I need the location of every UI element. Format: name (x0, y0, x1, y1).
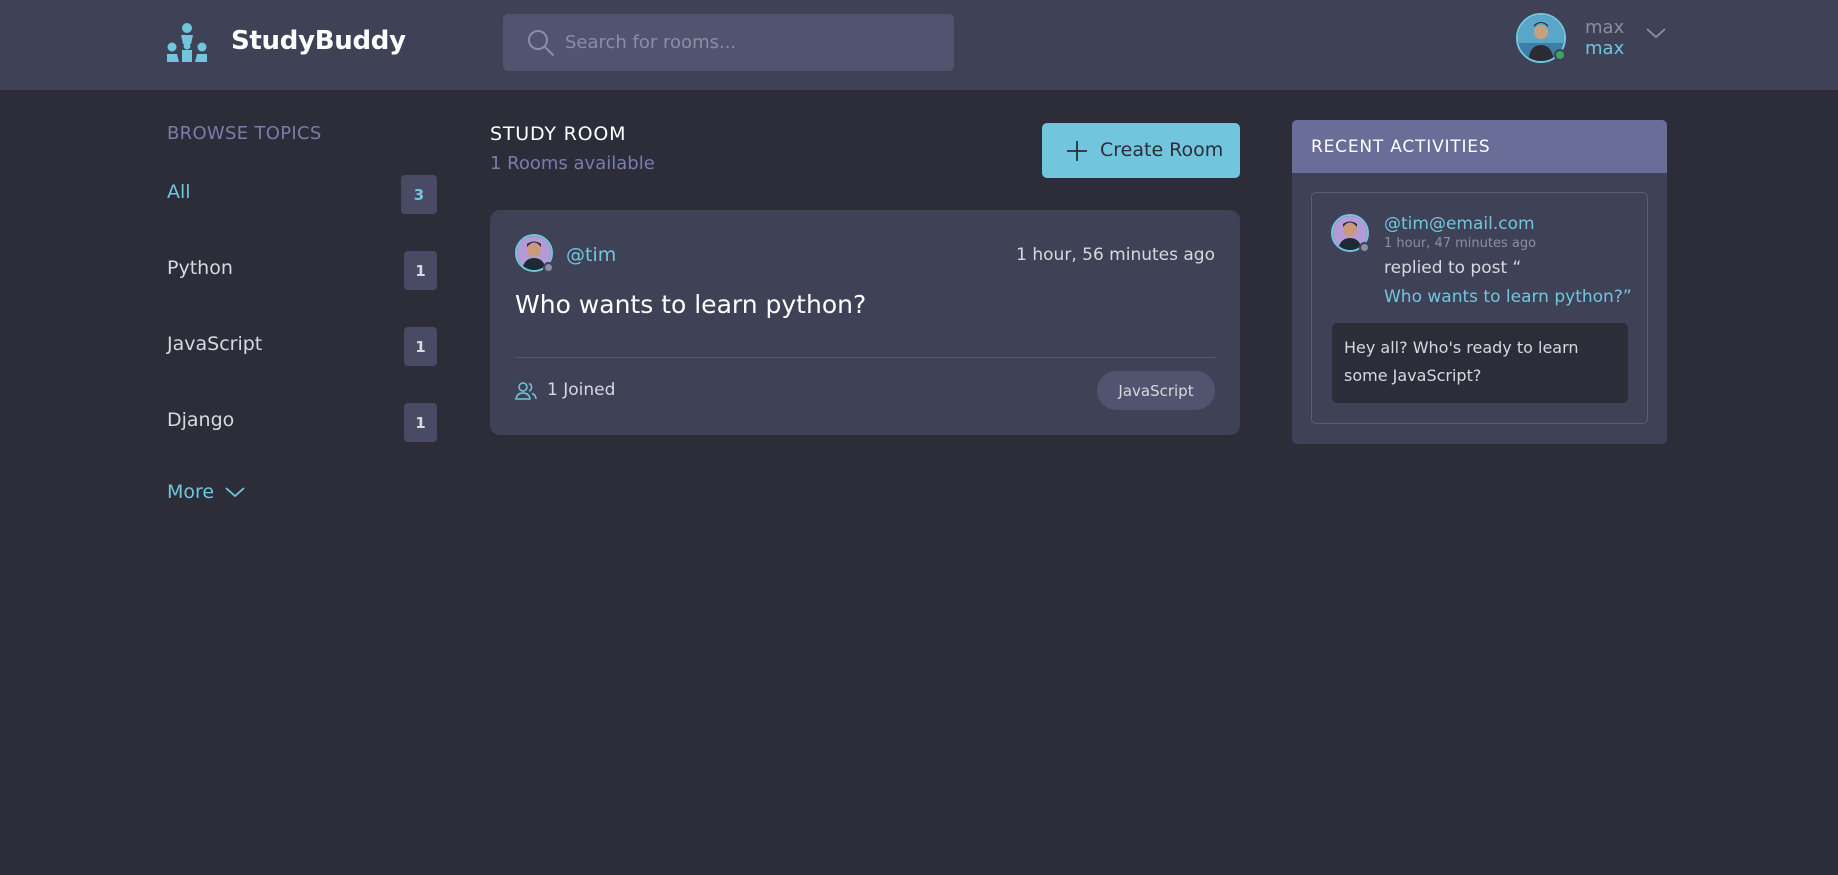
search-bar[interactable] (503, 14, 954, 71)
topic-label: Django (167, 409, 235, 431)
activity-timestamp: 1 hour, 47 minutes ago (1384, 236, 1537, 251)
search-input[interactable] (565, 14, 935, 71)
search-icon (528, 30, 554, 56)
create-room-button[interactable]: Create Room (1042, 123, 1240, 178)
user-display-name[interactable]: max (1585, 17, 1624, 38)
more-topics-link[interactable]: More (167, 481, 245, 503)
topic-count-badge: 3 (401, 175, 437, 214)
topic-count-badge: 1 (404, 327, 437, 366)
topic-item-all[interactable]: All 3 (167, 175, 437, 215)
topic-count-badge: 1 (404, 403, 437, 442)
host-avatar[interactable] (515, 234, 554, 273)
host-handle-link[interactable]: @tim (566, 244, 616, 266)
room-name-link[interactable]: Who wants to learn python? (515, 290, 866, 319)
brand-name[interactable]: StudyBuddy (231, 26, 406, 56)
joined-count: 1 Joined (547, 380, 616, 400)
more-label: More (167, 481, 215, 503)
logo-icon[interactable] (165, 22, 209, 64)
room-timestamp: 1 hour, 56 minutes ago (1016, 245, 1215, 265)
room-card[interactable]: @tim 1 hour, 56 minutes ago Who wants to… (490, 210, 1240, 435)
topic-item-python[interactable]: Python 1 (167, 251, 437, 291)
recent-activities-header: RECENT ACTIVITIES (1292, 120, 1667, 173)
activity-item: @tim@email.com 1 hour, 47 minutes ago re… (1311, 192, 1648, 424)
activity-action-text: replied to post “ (1384, 258, 1522, 278)
offline-status-dot (1359, 242, 1370, 253)
users-icon (515, 382, 537, 400)
recent-activities-panel: RECENT ACTIVITIES @tim@email.com 1 hour,… (1292, 120, 1667, 444)
user-avatar[interactable] (1516, 13, 1566, 63)
recent-activities-title: RECENT ACTIVITIES (1311, 137, 1491, 157)
user-handle[interactable]: max (1585, 38, 1624, 59)
offline-status-dot (543, 262, 554, 273)
divider (515, 357, 1215, 358)
rooms-available-count: 1 Rooms available (490, 153, 655, 174)
online-status-dot (1554, 49, 1566, 61)
topic-count-badge: 1 (404, 251, 437, 290)
chevron-down-icon[interactable] (1645, 26, 1667, 40)
study-room-heading: STUDY ROOM (490, 123, 627, 145)
plus-icon (1067, 141, 1087, 161)
top-navbar: StudyBuddy max max (0, 0, 1838, 90)
activity-user-link[interactable]: @tim@email.com (1384, 214, 1535, 234)
chevron-down-icon (225, 487, 245, 498)
topic-label: All (167, 181, 191, 203)
activity-user-avatar[interactable] (1331, 214, 1370, 253)
activity-message: Hey all? Who's ready to learn some JavaS… (1332, 323, 1628, 403)
browse-topics-title: BROWSE TOPICS (167, 123, 322, 144)
create-room-label: Create Room (1100, 139, 1224, 161)
room-topic-tag[interactable]: JavaScript (1097, 371, 1215, 410)
topic-item-javascript[interactable]: JavaScript 1 (167, 327, 437, 367)
activity-post-link[interactable]: Who wants to learn python?” (1384, 287, 1632, 307)
topic-label: Python (167, 257, 233, 279)
topic-item-django[interactable]: Django 1 (167, 403, 437, 443)
topic-label: JavaScript (167, 333, 263, 355)
